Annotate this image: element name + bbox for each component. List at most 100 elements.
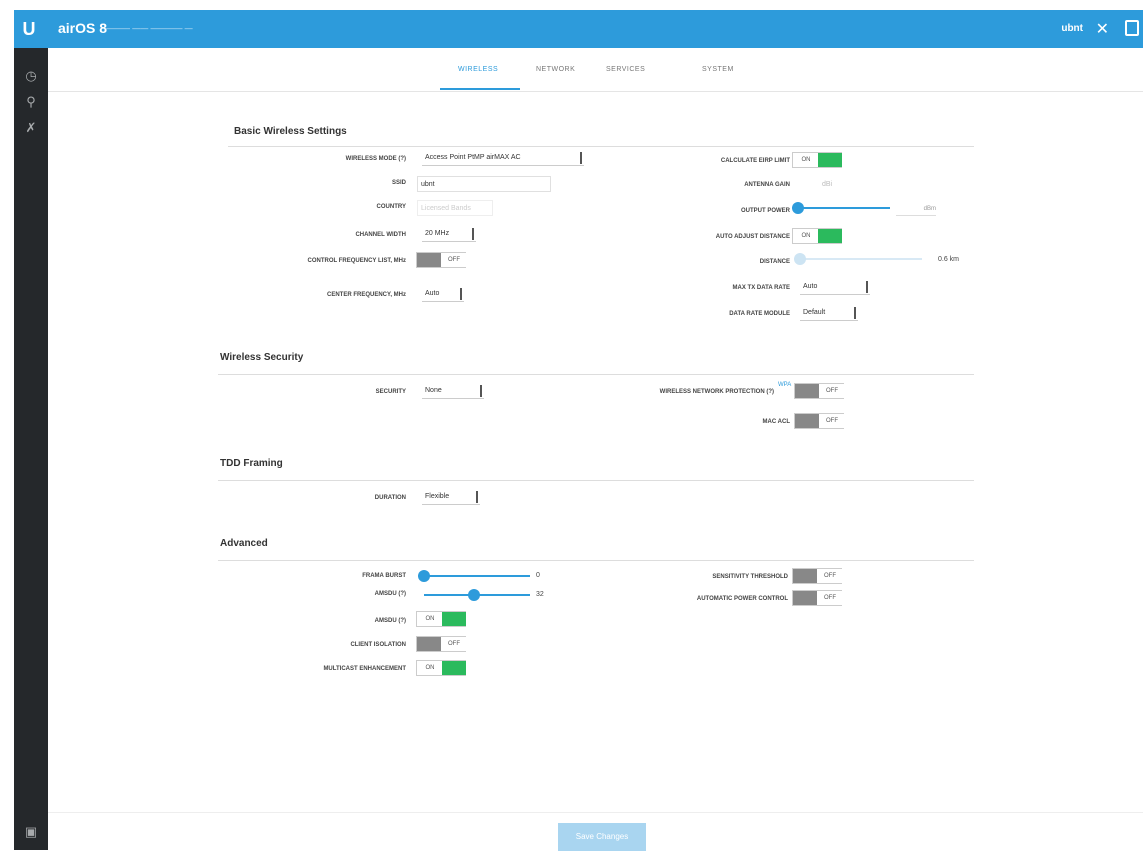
ampdu-label: AMSDU (?): [374, 591, 406, 597]
section-tdd-framing: TDD Framing: [220, 458, 283, 469]
ssid-input[interactable]: ubnt: [417, 176, 551, 192]
distance-knob[interactable]: [794, 253, 806, 265]
duration-select[interactable]: Flexible: [422, 489, 480, 505]
sidebar: ◷ ⚲ ✗ ▣: [14, 48, 48, 850]
frama-burst-value: 0: [536, 572, 540, 579]
data-rate-module-select[interactable]: Default: [800, 305, 858, 321]
control-frequency-label: CONTROL FREQUENCY LIST, MHz: [307, 258, 406, 264]
ampdu-value: 32: [536, 591, 544, 598]
antenna-gain-label: ANTENNA GAIN: [744, 182, 790, 188]
toggle-state: ON: [418, 612, 442, 626]
toggle-state: ON: [794, 153, 818, 167]
dashboard-icon[interactable]: ◷: [23, 68, 39, 84]
wireless-mode-label: WIRELESS MODE (?): [345, 156, 406, 162]
wnp-help-link[interactable]: WPA: [778, 382, 791, 388]
security-label: SECURITY: [375, 389, 406, 395]
tab-wireless[interactable]: WIRELESS: [458, 66, 498, 73]
toggle-state: OFF: [820, 414, 844, 428]
section-divider: [218, 374, 974, 375]
output-power-label: OUTPUT POWER: [741, 208, 790, 214]
toggle-knob: [818, 153, 842, 167]
auto-adjust-distance-label: AUTO ADJUST DISTANCE: [715, 234, 790, 240]
distance-label: DISTANCE: [759, 259, 790, 265]
toggle-knob: [793, 591, 817, 605]
section-divider: [218, 560, 974, 561]
app-brand: airOS 8: [58, 20, 108, 36]
footer-bar: Save Changes: [48, 812, 1143, 851]
multicast-enhancement-toggle[interactable]: ON: [416, 660, 466, 676]
output-power-slider[interactable]: [798, 207, 890, 209]
output-power-input[interactable]: dBm: [896, 202, 936, 216]
max-tx-rate-select[interactable]: Auto: [800, 279, 870, 295]
ssid-label: SSID: [391, 180, 406, 186]
toggle-knob: [793, 569, 817, 583]
control-frequency-toggle[interactable]: OFF: [416, 252, 466, 268]
tab-network[interactable]: NETWORK: [536, 66, 575, 73]
toggle-state: ON: [794, 229, 818, 243]
main-tabs: WIRELESS NETWORK SERVICES SYSTEM: [48, 48, 1143, 92]
header-bar: U airOS 8 ——— —— ———— — ubnt ✕: [14, 10, 1143, 48]
frama-burst-knob[interactable]: [418, 570, 430, 582]
duration-label: DURATION: [374, 495, 406, 501]
section-basic-wireless: Basic Wireless Settings: [234, 126, 347, 137]
channel-width-select[interactable]: 20 MHz: [422, 226, 476, 242]
tab-system[interactable]: SYSTEM: [702, 66, 734, 73]
frama-burst-slider[interactable]: [424, 575, 530, 577]
wireless-network-protection-toggle[interactable]: OFF: [794, 383, 844, 399]
user-name[interactable]: ubnt: [1061, 23, 1083, 34]
toggle-state: OFF: [818, 569, 842, 583]
toggle-state: OFF: [820, 384, 844, 398]
section-divider: [228, 146, 974, 147]
search-icon[interactable]: ⚲: [23, 94, 39, 110]
logout-icon[interactable]: [1125, 20, 1139, 36]
toggle-knob: [818, 229, 842, 243]
device-name: ——— —— ———— —: [106, 24, 193, 33]
support-icon[interactable]: ▣: [23, 824, 39, 840]
section-divider: [218, 480, 974, 481]
amsdu-toggle[interactable]: ON: [416, 611, 466, 627]
client-isolation-toggle[interactable]: OFF: [416, 636, 466, 652]
client-isolation-label: CLIENT ISOLATION: [350, 642, 406, 648]
app-window: U airOS 8 ——— —— ———— — ubnt ✕ ◷ ⚲ ✗ ▣ W…: [0, 0, 1143, 851]
save-changes-button[interactable]: Save Changes: [558, 823, 646, 851]
ubiquiti-logo[interactable]: U: [18, 18, 40, 40]
data-rate-module-label: DATA RATE MODULE: [729, 311, 790, 317]
toggle-knob: [442, 661, 466, 675]
automatic-power-control-toggle[interactable]: OFF: [792, 590, 842, 606]
mac-acl-label: MAC ACL: [762, 419, 790, 425]
calculate-eirp-toggle[interactable]: ON: [792, 152, 842, 168]
toggle-knob: [417, 637, 441, 651]
section-advanced: Advanced: [220, 538, 268, 549]
output-power-knob[interactable]: [792, 202, 804, 214]
auto-adjust-distance-toggle[interactable]: ON: [792, 228, 842, 244]
ampdu-knob[interactable]: [468, 589, 480, 601]
channel-width-label: CHANNEL WIDTH: [355, 232, 406, 238]
sensitivity-threshold-toggle[interactable]: OFF: [792, 568, 842, 584]
frama-burst-label: FRAMA BURST: [362, 573, 406, 579]
toggle-state: ON: [418, 661, 442, 675]
amsdu-label: AMSDU (?): [374, 618, 406, 624]
automatic-power-control-label: AUTOMATIC POWER CONTROL: [696, 596, 788, 602]
toggle-state: OFF: [818, 591, 842, 605]
toggle-state: OFF: [442, 637, 466, 651]
security-select[interactable]: None: [422, 383, 484, 399]
mac-acl-toggle[interactable]: OFF: [794, 413, 844, 429]
toggle-knob: [417, 253, 441, 267]
toggle-state: OFF: [442, 253, 466, 267]
distance-value: 0.6 km: [938, 256, 960, 263]
country-label: COUNTRY: [376, 204, 406, 210]
distance-slider[interactable]: [798, 258, 922, 260]
center-frequency-label: CENTER FREQUENCY, MHz: [326, 292, 406, 298]
tools-icon[interactable]: ✕: [1096, 19, 1109, 39]
wireless-mode-select[interactable]: Access Point PtMP airMAX AC: [422, 150, 584, 166]
sensitivity-threshold-label: SENSITIVITY THRESHOLD: [712, 574, 788, 580]
max-tx-rate-label: MAX TX DATA RATE: [732, 285, 790, 291]
wireless-network-protection-label: WIRELESS NETWORK PROTECTION (?): [659, 389, 774, 395]
active-tab-indicator: [440, 88, 520, 90]
country-select[interactable]: Licensed Bands: [417, 200, 493, 216]
tab-services[interactable]: SERVICES: [606, 66, 645, 73]
wrench-icon[interactable]: ✗: [23, 120, 39, 136]
toggle-knob: [795, 414, 819, 428]
toggle-knob: [795, 384, 819, 398]
center-frequency-select[interactable]: Auto: [422, 286, 464, 302]
